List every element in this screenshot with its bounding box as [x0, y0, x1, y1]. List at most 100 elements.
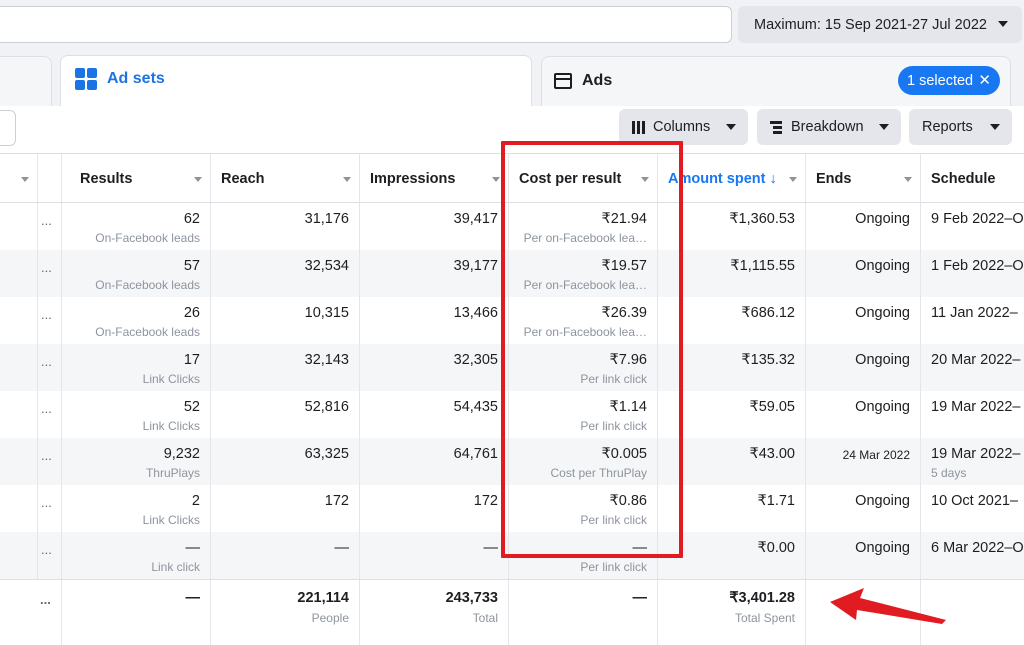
close-icon[interactable]: ✕ [978, 71, 991, 89]
header-spacer [38, 154, 62, 203]
results-value: 2 [191, 493, 200, 509]
cell-impressions: 32,305 [360, 344, 509, 391]
ends-value: Ongoing [855, 352, 910, 368]
results-value: — [185, 540, 201, 556]
cell-impressions: 64,761 [360, 438, 509, 485]
search-filter-bar[interactable] [0, 6, 732, 43]
total-impressions-sub: Total [472, 611, 498, 625]
ends-value: 24 Mar 2022 [842, 448, 910, 462]
header-results[interactable]: Results [62, 154, 211, 203]
reach-value: 10,315 [304, 305, 349, 321]
tab-ads-label: Ads [582, 72, 613, 89]
ad-window-icon [554, 73, 572, 89]
row-options-dots[interactable]: ... [41, 495, 52, 510]
cell-schedule: 19 Mar 2022– 5 days [921, 438, 1024, 485]
cell-dots: ... [38, 344, 62, 391]
row-options-dots[interactable]: ... [41, 401, 52, 416]
chevron-down-icon [879, 124, 889, 130]
amount-spent-value: ₹1.71 [757, 493, 795, 509]
tab-campaigns[interactable] [0, 56, 52, 106]
results-type: On-Facebook leads [95, 278, 200, 292]
total-amount-spent: ₹3,401.28 [729, 590, 795, 606]
results-value: 52 [183, 399, 200, 415]
row-options-dots[interactable]: ... [41, 448, 52, 463]
sort-caret-icon [343, 177, 351, 182]
results-value: 17 [183, 352, 200, 368]
cell-dots: ... [38, 438, 62, 485]
header-name-column[interactable] [0, 154, 38, 203]
columns-button[interactable]: Columns [619, 109, 748, 145]
cell-impressions: — [360, 532, 509, 579]
results-type: Link click [151, 560, 200, 574]
cell-reach: 32,143 [211, 344, 360, 391]
cell-dots: ... [38, 250, 62, 297]
cell-reach: 10,315 [211, 297, 360, 344]
ad-sets-grid-icon [75, 68, 97, 90]
reach-value: 172 [324, 493, 349, 509]
results-type: On-Facebook leads [95, 325, 200, 339]
cell-ends: Ongoing [806, 485, 921, 532]
reports-button[interactable]: Reports [909, 109, 1012, 145]
date-range-picker[interactable]: Maximum: 15 Sep 2021-27 Jul 2022 [738, 6, 1022, 43]
row-options-dots[interactable]: ... [41, 542, 52, 557]
sort-caret-icon [492, 177, 500, 182]
cost-per-result-type: Per link click [580, 560, 647, 574]
schedule-value: 20 Mar 2022– [931, 352, 1021, 368]
schedule-value: 19 Mar 2022– [931, 399, 1021, 415]
cell-results: 17 Link Clicks [62, 344, 211, 391]
results-type: Link Clicks [142, 419, 200, 433]
tab-ad-sets[interactable]: Ad sets [60, 55, 532, 107]
impressions-value: 13,466 [453, 305, 498, 321]
sort-caret-icon [194, 177, 202, 182]
total-reach: 221,114 [297, 590, 349, 606]
ends-value: Ongoing [855, 540, 910, 556]
header-ends[interactable]: Ends [806, 154, 921, 203]
breakdown-button[interactable]: Breakdown [757, 109, 901, 145]
header-reach[interactable]: Reach [211, 154, 360, 203]
row-options-dots[interactable]: ... [41, 307, 52, 322]
row-options-dots[interactable]: ... [41, 260, 52, 275]
row-options-dots[interactable]: ... [41, 354, 52, 369]
header-schedule[interactable]: Schedule [921, 154, 1024, 203]
toolbar-left-button[interactable] [0, 110, 16, 146]
sort-caret-icon [904, 177, 912, 182]
cell-results: 2 Link Clicks [62, 485, 211, 532]
breakdown-label: Breakdown [791, 119, 864, 135]
ends-value: Ongoing [855, 493, 910, 509]
reach-value: — [334, 540, 350, 556]
reach-value: 32,534 [304, 258, 349, 274]
cell-impressions: 54,435 [360, 391, 509, 438]
amount-spent-value: ₹686.12 [741, 305, 795, 321]
cell-impressions: 13,466 [360, 297, 509, 344]
cell-dots: ... [38, 297, 62, 344]
breakdown-icon [770, 120, 782, 134]
cell-dots: ... [38, 391, 62, 438]
selected-count-chip[interactable]: 1 selected ✕ [898, 66, 1000, 95]
sort-caret-icon [789, 177, 797, 182]
amount-spent-value: ₹43.00 [749, 446, 795, 462]
cell-results: 9,232 ThruPlays [62, 438, 211, 485]
cell-name [0, 203, 38, 250]
cell-name [0, 344, 38, 391]
cell-ends: Ongoing [806, 203, 921, 250]
impressions-value: — [483, 540, 499, 556]
total-cost-per-result: — [632, 590, 648, 606]
cell-schedule: 19 Mar 2022– [921, 391, 1024, 438]
header-impressions[interactable]: Impressions [360, 154, 509, 203]
row-options-dots[interactable]: ... [41, 213, 52, 228]
total-reach-sub: People [311, 611, 349, 625]
cell-name [0, 532, 38, 579]
cell-reach: — [211, 532, 360, 579]
ends-value: Ongoing [855, 305, 910, 321]
cell-dots: ... [38, 485, 62, 532]
total-amount-spent-sub: Total Spent [734, 611, 795, 625]
impressions-value: 39,417 [453, 211, 498, 227]
ads-manager-screen: Maximum: 15 Sep 2021-27 Jul 2022 Ad sets… [0, 0, 1024, 645]
schedule-value: 9 Feb 2022–O [931, 211, 1024, 227]
cell-schedule: 9 Feb 2022–O [921, 203, 1024, 250]
cell-ends: Ongoing [806, 297, 921, 344]
row-options-dots[interactable]: ... [40, 592, 51, 607]
cell-reach: 172 [211, 485, 360, 532]
results-type: Link Clicks [142, 513, 200, 527]
columns-icon [632, 120, 645, 134]
